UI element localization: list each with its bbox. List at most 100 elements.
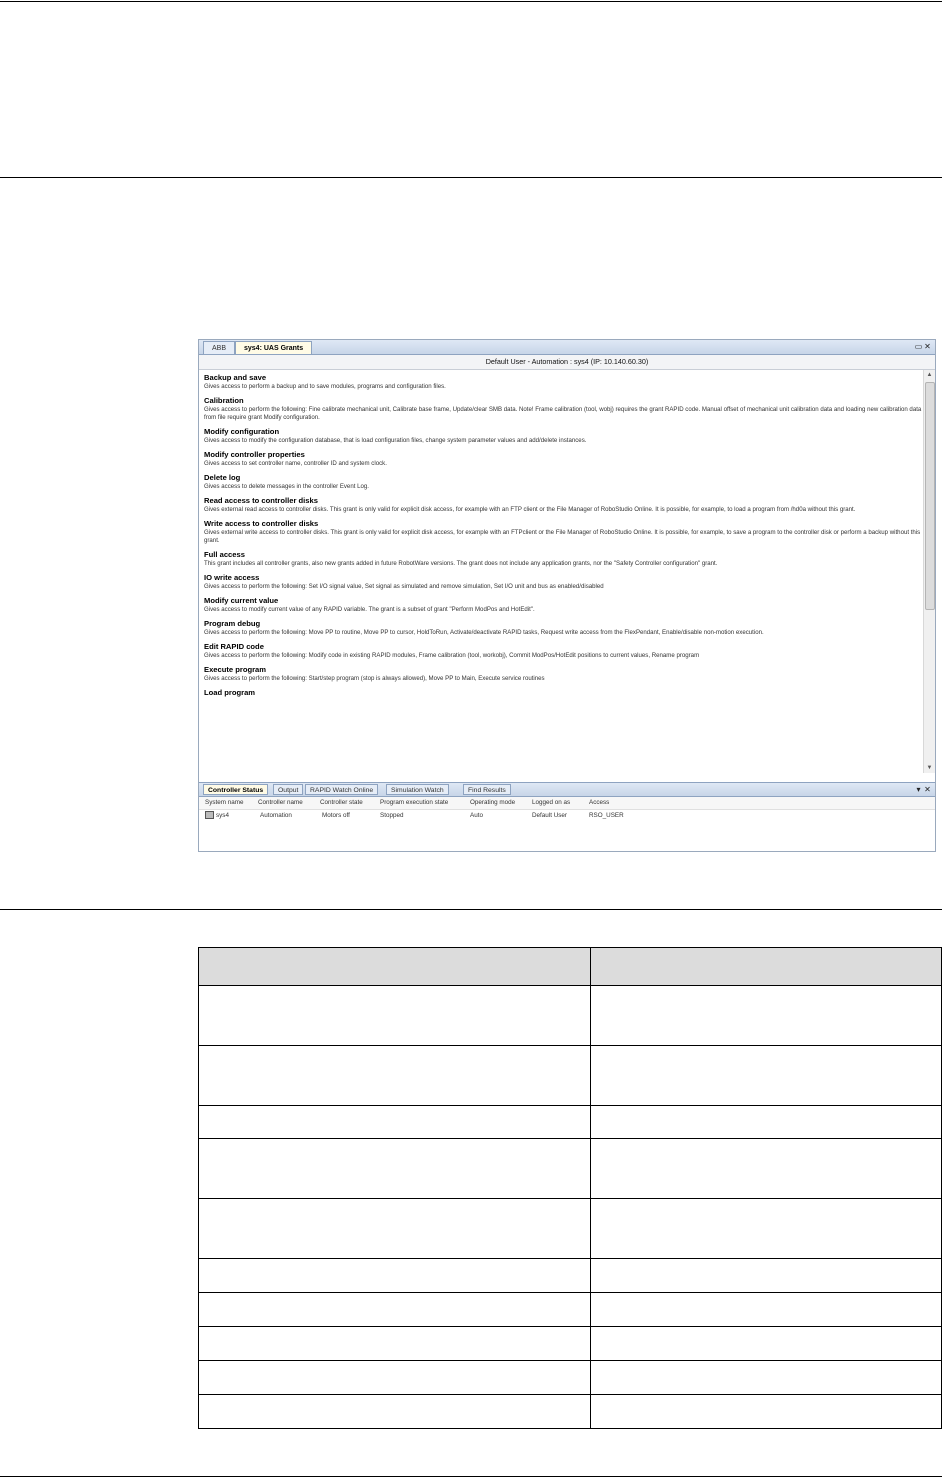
list-item[interactable]: Modify controller properties Gives access… bbox=[204, 450, 923, 468]
document-window-controls: ▭ ✕ bbox=[914, 341, 932, 353]
grant-name: Load program bbox=[204, 688, 256, 697]
grant-description: Gives access to perform the following: M… bbox=[204, 652, 700, 659]
table-cell bbox=[198, 1258, 591, 1293]
table-row bbox=[198, 1105, 942, 1139]
table-cell bbox=[590, 1138, 942, 1199]
uas-grants-window: ABB sys4: UAS Grants ▭ ✕ Default User - A… bbox=[198, 339, 936, 852]
close-icon[interactable]: ✕ bbox=[923, 341, 932, 353]
table-cell bbox=[198, 1360, 591, 1395]
table-row bbox=[198, 1360, 942, 1395]
pin-icon[interactable]: ▾ bbox=[914, 783, 923, 796]
list-item[interactable]: Write access to controller disks Gives ex… bbox=[204, 519, 923, 545]
status-header-row: System name Controller name Controller s… bbox=[199, 797, 935, 810]
table-cell bbox=[198, 1045, 591, 1106]
list-item[interactable]: Backup and save Gives access to perform a… bbox=[204, 373, 923, 391]
table-cell bbox=[590, 1105, 942, 1139]
tab-find-results[interactable]: Find Results bbox=[463, 784, 511, 795]
table-row bbox=[198, 985, 942, 1046]
table-cell bbox=[198, 1138, 591, 1199]
table-cell bbox=[590, 1394, 942, 1429]
scroll-up-icon[interactable]: ▲ bbox=[924, 370, 935, 380]
list-item[interactable]: Modify current value Gives access to modi… bbox=[204, 596, 923, 614]
document-tab-bar: ABB sys4: UAS Grants ▭ ✕ bbox=[199, 340, 935, 355]
grant-name: Modify configuration bbox=[204, 427, 280, 436]
grant-description: Gives access to perform the following: S… bbox=[204, 675, 545, 682]
pane-controls: ▾ ✕ bbox=[914, 783, 932, 796]
grant-description: Gives access to modify current value of … bbox=[204, 606, 535, 613]
user-header: Default User - Automation : sys4 (IP: 10… bbox=[199, 355, 935, 370]
list-item[interactable]: Execute program Gives access to perform t… bbox=[204, 665, 923, 683]
grant-name: Edit RAPID code bbox=[204, 642, 264, 651]
pane-close-icon[interactable]: ✕ bbox=[923, 783, 932, 796]
tab-abb[interactable]: ABB bbox=[203, 341, 236, 354]
table-header-row bbox=[198, 947, 942, 986]
grant-name: Program debug bbox=[204, 619, 261, 628]
scroll-down-icon[interactable]: ▼ bbox=[924, 763, 935, 773]
column-header[interactable]: Logged on as bbox=[532, 797, 570, 809]
table-cell bbox=[198, 1198, 591, 1259]
tab-uas-grants[interactable]: sys4: UAS Grants bbox=[235, 341, 313, 354]
list-item[interactable]: Read access to controller disks Gives ext… bbox=[204, 496, 923, 514]
table-cell bbox=[590, 1258, 942, 1293]
document-table bbox=[198, 947, 942, 1429]
table-cell bbox=[590, 1326, 942, 1361]
table-row bbox=[198, 1326, 942, 1361]
list-item[interactable]: IO write access Gives access to perform t… bbox=[204, 573, 923, 591]
list-item[interactable]: Calibration Gives access to perform the f… bbox=[204, 396, 923, 422]
grant-name: Delete log bbox=[204, 473, 241, 482]
column-header[interactable]: Controller state bbox=[320, 797, 363, 809]
tab-rapid-watch-online[interactable]: RAPID Watch Online bbox=[305, 784, 379, 795]
table-row bbox=[198, 1045, 942, 1106]
grants-list: Backup and save Gives access to perform a… bbox=[199, 370, 923, 773]
vertical-scrollbar[interactable]: ▲ ▼ bbox=[923, 370, 935, 773]
access-cell: RSO_USER bbox=[589, 812, 624, 819]
column-header[interactable]: Program execution state bbox=[380, 797, 448, 809]
grant-description: Gives access to modify the configuration… bbox=[204, 437, 587, 444]
grant-name: Calibration bbox=[204, 396, 244, 405]
tab-output[interactable]: Output bbox=[273, 784, 304, 795]
grant-name: Write access to controller disks bbox=[204, 519, 319, 528]
system-name-cell: sys4 bbox=[205, 810, 229, 822]
top-rule bbox=[0, 1, 942, 2]
table-header-cell bbox=[198, 947, 591, 986]
list-item[interactable]: Modify configuration Gives access to modi… bbox=[204, 427, 923, 445]
grant-name: Full access bbox=[204, 550, 245, 559]
table-cell bbox=[590, 985, 942, 1046]
grant-name: Execute program bbox=[204, 665, 267, 674]
list-item[interactable]: Full access This grant includes all contr… bbox=[204, 550, 923, 568]
list-item[interactable]: Load program bbox=[204, 688, 923, 698]
tab-controller-status[interactable]: Controller Status bbox=[203, 784, 269, 795]
table-row bbox=[198, 1138, 942, 1199]
table-cell bbox=[198, 1394, 591, 1429]
grant-description: Gives access to set controller name, con… bbox=[204, 460, 387, 467]
grant-description: Gives external write access to controlle… bbox=[204, 529, 921, 544]
table-cell bbox=[590, 1198, 942, 1259]
column-header[interactable]: System name bbox=[205, 797, 244, 809]
controller-name-cell: Automation bbox=[260, 812, 292, 819]
program-state-cell: Stopped bbox=[380, 812, 404, 819]
scroll-thumb[interactable] bbox=[925, 382, 935, 610]
table-cell bbox=[198, 1292, 591, 1327]
table-row bbox=[198, 1198, 942, 1259]
table-row[interactable]: sys4 Automation Motors off Stopped Auto … bbox=[199, 810, 935, 822]
restore-icon[interactable]: ▭ bbox=[914, 341, 923, 353]
controller-icon bbox=[205, 811, 214, 820]
column-header[interactable]: Operating mode bbox=[470, 797, 515, 809]
list-item[interactable]: Program debug Gives access to perform the… bbox=[204, 619, 923, 637]
table-cell bbox=[590, 1045, 942, 1106]
list-item[interactable]: Delete log Gives access to delete message… bbox=[204, 473, 923, 491]
tab-simulation-watch[interactable]: Simulation Watch bbox=[386, 784, 449, 795]
grant-name: Read access to controller disks bbox=[204, 496, 318, 505]
section-rule-1 bbox=[0, 177, 942, 178]
grant-name: Backup and save bbox=[204, 373, 267, 382]
column-header[interactable]: Access bbox=[589, 797, 609, 809]
column-header[interactable]: Controller name bbox=[258, 797, 303, 809]
table-cell bbox=[198, 1105, 591, 1139]
grant-description: Gives external read access to controller… bbox=[204, 506, 856, 513]
table-cell bbox=[198, 1326, 591, 1361]
table-row bbox=[198, 1258, 942, 1293]
bottom-rule bbox=[0, 1476, 942, 1477]
table-header-cell bbox=[590, 947, 942, 986]
table-cell bbox=[590, 1360, 942, 1395]
list-item[interactable]: Edit RAPID code Gives access to perform t… bbox=[204, 642, 923, 660]
